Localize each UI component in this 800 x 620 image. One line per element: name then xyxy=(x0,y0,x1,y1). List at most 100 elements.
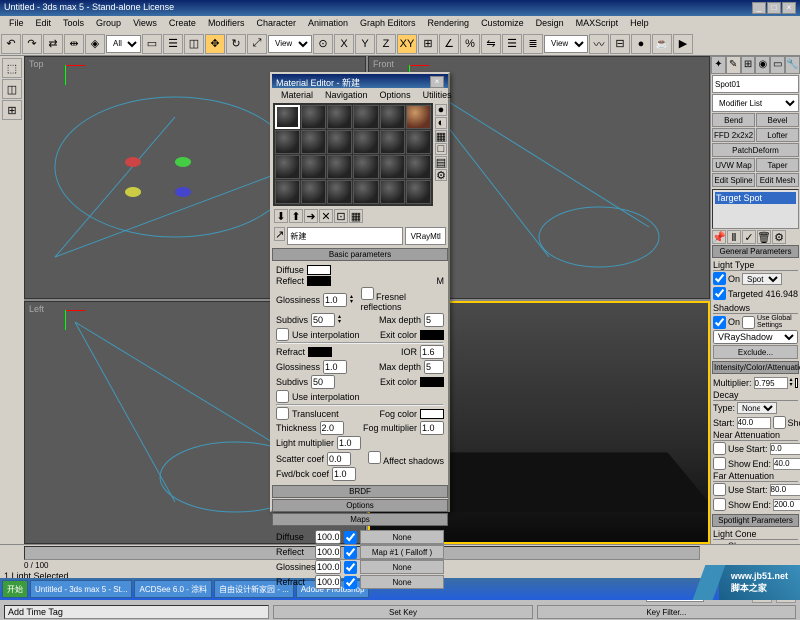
material-slot[interactable] xyxy=(353,180,378,204)
copy-icon[interactable]: ⊡ xyxy=(334,209,348,223)
curve-editor-button[interactable]: 〰 xyxy=(589,34,609,54)
material-slot[interactable] xyxy=(353,105,378,129)
menu-animation[interactable]: Animation xyxy=(303,17,353,31)
material-slot[interactable] xyxy=(275,180,300,204)
map-reflect-btn[interactable]: Map #1 ( Falloff ) xyxy=(360,545,444,559)
material-slot[interactable] xyxy=(327,155,352,179)
material-slot-1[interactable] xyxy=(275,105,300,129)
render-scene-button[interactable]: ☕ xyxy=(652,34,672,54)
menu-create[interactable]: Create xyxy=(164,17,201,31)
map-gloss-amt[interactable] xyxy=(315,560,341,574)
refcoord-dropdown[interactable]: View xyxy=(268,35,312,53)
fogmult-input[interactable] xyxy=(420,421,444,435)
material-slot[interactable] xyxy=(301,180,326,204)
material-type-button[interactable]: VRayMtl xyxy=(405,227,446,245)
material-editor-button[interactable]: ● xyxy=(631,34,651,54)
bind-button[interactable]: ◈ xyxy=(85,34,105,54)
material-slot[interactable] xyxy=(380,105,405,129)
map-refract-chk[interactable] xyxy=(344,576,357,589)
taskbar-item[interactable]: ACDSee 6.0 - 涂料 xyxy=(134,580,212,598)
btn-uvw[interactable]: UVW Map xyxy=(712,158,755,172)
refr-useinterp-checkbox[interactable] xyxy=(276,390,289,403)
map-diffuse-btn[interactable]: None xyxy=(360,530,444,544)
map-gloss-btn[interactable]: None xyxy=(360,560,444,574)
useinterp-checkbox[interactable] xyxy=(276,328,289,341)
close-button[interactable]: × xyxy=(782,2,796,14)
unlink-button[interactable]: ⇹ xyxy=(64,34,84,54)
far-show-chk[interactable] xyxy=(713,498,726,511)
far-start-input[interactable] xyxy=(770,484,800,496)
menu-customize[interactable]: Customize xyxy=(476,17,529,31)
exclude-button[interactable]: Exclude... xyxy=(713,345,798,359)
move-button[interactable]: ✥ xyxy=(205,34,225,54)
minimize-button[interactable]: _ xyxy=(752,2,766,14)
reflect-swatch[interactable] xyxy=(307,276,331,286)
map-gloss-chk[interactable] xyxy=(344,561,357,574)
spinner-icon[interactable] xyxy=(790,378,793,388)
tab-hierarchy-icon[interactable]: ⊞ xyxy=(741,56,756,74)
maps-header[interactable]: Maps xyxy=(272,513,448,526)
targeted-checkbox[interactable] xyxy=(713,287,726,300)
menu-help[interactable]: Help xyxy=(625,17,654,31)
layers-button[interactable]: ≣ xyxy=(523,34,543,54)
material-slot[interactable] xyxy=(301,130,326,154)
menu-character[interactable]: Character xyxy=(251,17,301,31)
fresnel-checkbox[interactable] xyxy=(361,287,374,300)
matmenu-material[interactable]: Material xyxy=(276,89,318,101)
snap-button[interactable]: ⊞ xyxy=(418,34,438,54)
btn-patchdef[interactable]: PatchDeform xyxy=(712,143,799,157)
exitcolor-swatch[interactable] xyxy=(420,330,444,340)
useglobal-checkbox[interactable] xyxy=(742,316,755,329)
menu-rendering[interactable]: Rendering xyxy=(423,17,475,31)
quick-render-button[interactable]: ▶ xyxy=(673,34,693,54)
mateditor-titlebar[interactable]: Material Editor - 新建 × xyxy=(272,74,448,88)
material-slot[interactable] xyxy=(327,180,352,204)
refr-exit-swatch[interactable] xyxy=(420,377,444,387)
menu-file[interactable]: File xyxy=(4,17,29,31)
setkey-button[interactable]: Set Key xyxy=(273,605,532,619)
pin-stack-icon[interactable]: 📌 xyxy=(712,230,726,244)
btn-lofter[interactable]: Lofter xyxy=(756,128,799,142)
configure-icon[interactable]: ⚙ xyxy=(772,230,786,244)
menu-views[interactable]: Views xyxy=(128,17,162,31)
translucent-checkbox[interactable] xyxy=(276,407,289,420)
refr-subdivs-input[interactable] xyxy=(311,375,335,389)
general-params-header[interactable]: General Parameters xyxy=(712,245,799,258)
material-slot[interactable] xyxy=(353,130,378,154)
menu-design[interactable]: Design xyxy=(531,17,569,31)
intensity-header[interactable]: Intensity/Color/Attenuation xyxy=(712,361,799,374)
select-region-button[interactable]: ◫ xyxy=(184,34,204,54)
modifier-list-dropdown[interactable]: Modifier List xyxy=(712,94,799,112)
menu-tools[interactable]: Tools xyxy=(58,17,89,31)
redo-button[interactable]: ↷ xyxy=(22,34,42,54)
object-name-input[interactable] xyxy=(712,75,799,93)
material-slot[interactable] xyxy=(301,105,326,129)
near-use-chk[interactable] xyxy=(713,442,726,455)
maxdepth-input[interactable] xyxy=(424,313,444,327)
delete-icon[interactable]: ✕ xyxy=(319,209,333,223)
thickness-input[interactable] xyxy=(320,421,344,435)
taskbar-item[interactable]: Untitled - 3ds max 5 - St... xyxy=(30,580,132,598)
unique-icon[interactable]: ✓ xyxy=(742,230,756,244)
tab-utilities-icon[interactable]: 🔧 xyxy=(785,56,800,74)
material-slot[interactable] xyxy=(406,180,431,204)
material-slot[interactable] xyxy=(380,180,405,204)
ior-input[interactable] xyxy=(420,345,444,359)
spinner-icon[interactable] xyxy=(338,315,346,325)
multiplier-input[interactable] xyxy=(754,377,788,389)
map-reflect-amt[interactable] xyxy=(315,545,341,559)
tab-display-icon[interactable]: ◫ xyxy=(2,79,22,99)
fogcolor-swatch[interactable] xyxy=(420,409,444,419)
selection-filter[interactable]: All xyxy=(106,35,141,53)
menu-modifiers[interactable]: Modifiers xyxy=(203,17,250,31)
select-name-button[interactable]: ☰ xyxy=(163,34,183,54)
affectshadows-checkbox[interactable] xyxy=(368,451,381,464)
keyfilter-button[interactable]: Key Filter... xyxy=(537,605,796,619)
select-button[interactable]: ▭ xyxy=(142,34,162,54)
schematic-button[interactable]: ⊟ xyxy=(610,34,630,54)
pick-icon[interactable]: ↗ xyxy=(274,227,285,241)
map-diffuse-amt[interactable] xyxy=(315,530,341,544)
options-icon[interactable]: ⚙ xyxy=(435,169,447,181)
menu-grapheditors[interactable]: Graph Editors xyxy=(355,17,421,31)
near-start-input[interactable] xyxy=(770,443,800,455)
